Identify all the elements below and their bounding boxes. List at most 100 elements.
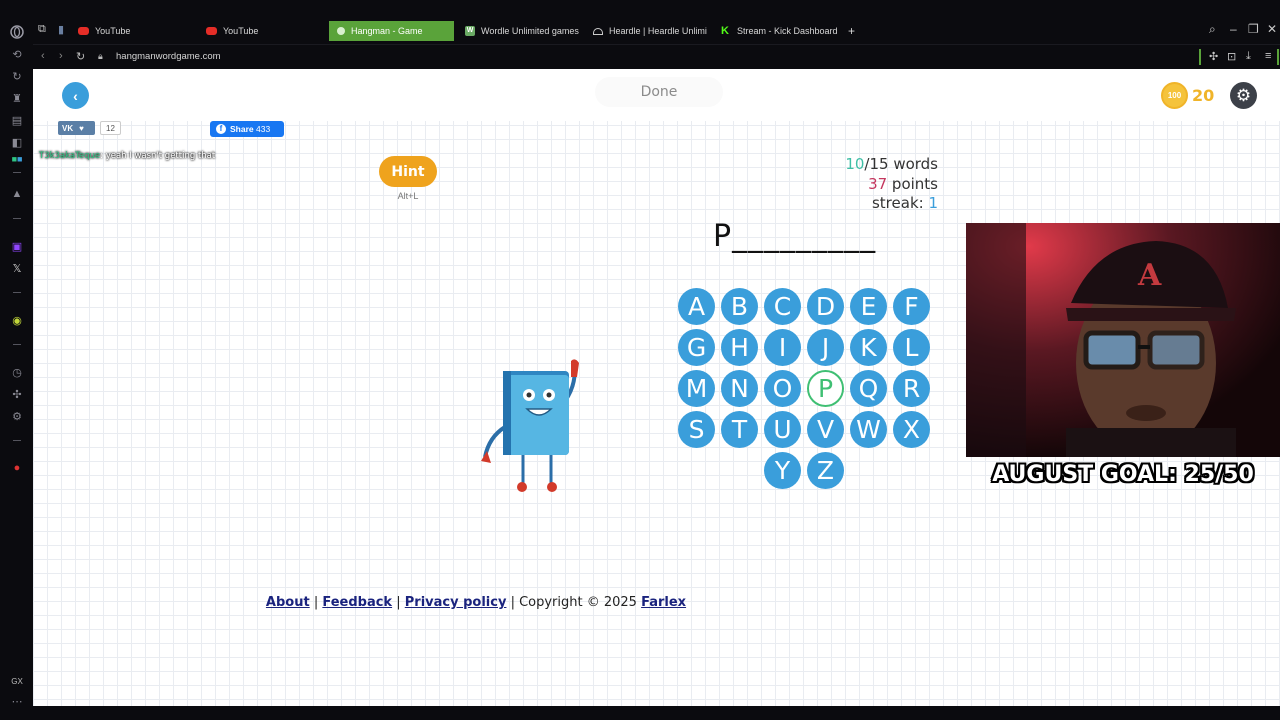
stream-chat-overlay: T3k3akaTeque: yeah I wasn't getting that: [39, 151, 215, 161]
word-display: P_________: [713, 219, 877, 254]
letter-key-w[interactable]: W: [850, 411, 887, 448]
letter-key-f[interactable]: F: [893, 288, 930, 325]
tab-kick[interactable]: K Stream - Kick Dashboard: [713, 21, 837, 41]
letter-key-s[interactable]: S: [678, 411, 715, 448]
messenger-icon[interactable]: ◧: [9, 134, 25, 150]
history-icon[interactable]: ◷: [9, 364, 25, 380]
score-panel: 10/15 words 37 points streak: 1: [793, 155, 938, 214]
wallet-icon[interactable]: ⊡: [1227, 50, 1236, 63]
tab-hangman[interactable]: Hangman - Game: [329, 21, 454, 41]
letter-key-n[interactable]: N: [721, 370, 758, 407]
letter-key-u[interactable]: U: [764, 411, 801, 448]
forward-nav-icon[interactable]: ›: [59, 50, 63, 62]
coin-icon: 100: [1161, 82, 1188, 109]
vk-like-button[interactable]: VK ♥: [58, 121, 95, 135]
accent-marker: [1199, 49, 1201, 65]
letter-key-r[interactable]: R: [893, 370, 930, 407]
x-twitter-icon[interactable]: 𝕏: [9, 260, 25, 276]
book-mascot: [477, 357, 587, 502]
coin-count: 20: [1192, 86, 1215, 105]
menu-icon[interactable]: ≡: [1265, 50, 1271, 62]
letter-key-l[interactable]: L: [893, 329, 930, 366]
letter-key-j[interactable]: J: [807, 329, 844, 366]
settings-button[interactable]: ⚙: [1230, 82, 1257, 109]
twitch-icon[interactable]: ▣: [9, 238, 25, 254]
tab-youtube-2[interactable]: YouTube: [198, 21, 322, 41]
points: 37 points: [868, 174, 938, 193]
url-field[interactable]: hangmanwordgame.com: [116, 51, 221, 62]
about-link[interactable]: About: [266, 595, 310, 610]
game-header: ‹ Done 100 20 ⚙: [33, 69, 1280, 121]
chat-message: : yeah I wasn't getting that: [100, 151, 216, 161]
letter-key-g[interactable]: G: [678, 329, 715, 366]
letter-key-q[interactable]: Q: [850, 370, 887, 407]
tab-islands-icon[interactable]: ⧉: [38, 23, 46, 36]
chevron-left-icon: ‹: [73, 87, 78, 104]
tab-youtube-1[interactable]: YouTube: [70, 21, 192, 41]
gx-corner-icon[interactable]: ♜: [9, 90, 25, 106]
extension-icon[interactable]: ✣: [1209, 50, 1218, 63]
tab-bar: ⧉ ▮ YouTube YouTube Hangman - Game W Word…: [33, 18, 1280, 44]
farlex-link[interactable]: Farlex: [641, 595, 686, 610]
lock-icon: 🔒︎: [98, 51, 103, 61]
facebook-share-button[interactable]: f Share 433: [210, 121, 284, 137]
gx-badge[interactable]: GX: [9, 673, 25, 689]
letter-key-t[interactable]: T: [721, 411, 758, 448]
hint-button[interactable]: Hint: [379, 156, 437, 187]
search-icon[interactable]: ⌕: [1209, 22, 1216, 37]
letter-key-x[interactable]: X: [893, 411, 930, 448]
letter-key-a[interactable]: A: [678, 288, 715, 325]
letter-key-p[interactable]: P: [807, 370, 844, 407]
letter-key-h[interactable]: H: [721, 329, 758, 366]
opera-logo-icon[interactable]: [9, 24, 25, 40]
letter-key-v[interactable]: V: [807, 411, 844, 448]
back-nav-icon[interactable]: ‹: [41, 50, 45, 62]
sidebar-divider: [13, 440, 21, 441]
facebook-icon: f: [216, 124, 226, 134]
privacy-link[interactable]: Privacy policy: [405, 595, 507, 610]
vk-count: 12: [100, 121, 121, 135]
letter-key-b[interactable]: B: [721, 288, 758, 325]
extensions-strip-icon[interactable]: ■ ■: [9, 151, 25, 167]
letter-key-m[interactable]: M: [678, 370, 715, 407]
address-bar: ‹ › ↻ 🔒︎ hangmanwordgame.com ✣ ⊡ ⤓ ≡: [33, 44, 1280, 69]
more-icon[interactable]: ⋯: [9, 693, 25, 709]
letter-key-d[interactable]: D: [807, 288, 844, 325]
reload-icon[interactable]: ↻: [76, 50, 85, 63]
close-icon[interactable]: ✕: [1267, 22, 1277, 36]
speed-dial-icon[interactable]: ↻: [9, 68, 25, 84]
webcam-overlay: A: [966, 223, 1280, 457]
hint-shortcut: Alt+L: [397, 191, 419, 201]
letter-key-y[interactable]: Y: [764, 452, 801, 489]
minimize-icon[interactable]: –: [1230, 22, 1237, 36]
maximize-icon[interactable]: ❐: [1248, 22, 1259, 36]
player-icon[interactable]: ◉: [9, 312, 25, 328]
chat-username: T3k3akaTeque: [39, 151, 101, 161]
gx-control-icon[interactable]: ⟲: [9, 46, 25, 62]
heart-icon: ♥: [79, 123, 84, 133]
sidebar-divider: [13, 344, 21, 345]
hangman-icon: [337, 27, 345, 35]
tab-wordle[interactable]: W Wordle Unlimited games: [457, 21, 581, 41]
tab-heardle[interactable]: Heardle | Heardle Unlimit: [585, 21, 707, 41]
letter-key-e[interactable]: E: [850, 288, 887, 325]
extensions-icon[interactable]: ✣: [9, 386, 25, 402]
back-button[interactable]: ‹: [62, 82, 89, 109]
new-tab-button[interactable]: +: [840, 21, 860, 41]
aria-icon[interactable]: ▲: [9, 186, 25, 202]
settings-icon[interactable]: ⚙: [9, 408, 25, 424]
streak: streak: 1: [871, 194, 938, 212]
letter-key-z[interactable]: Z: [807, 452, 844, 489]
goal-overlay-text: AUGUST GOAL: 25/50: [992, 462, 1254, 487]
download-icon[interactable]: ⤓: [1246, 50, 1251, 63]
letter-key-o[interactable]: O: [764, 370, 801, 407]
feedback-link[interactable]: Feedback: [322, 595, 392, 610]
letter-key-c[interactable]: C: [764, 288, 801, 325]
done-status: Done: [595, 77, 723, 107]
pinned-tab-icon[interactable]: ▮: [58, 23, 64, 36]
sidebar-divider: [13, 218, 21, 219]
news-icon[interactable]: ▤: [9, 112, 25, 128]
letter-key-i[interactable]: I: [764, 329, 801, 366]
letter-key-k[interactable]: K: [850, 329, 887, 366]
adblock-icon[interactable]: ●: [9, 460, 25, 476]
